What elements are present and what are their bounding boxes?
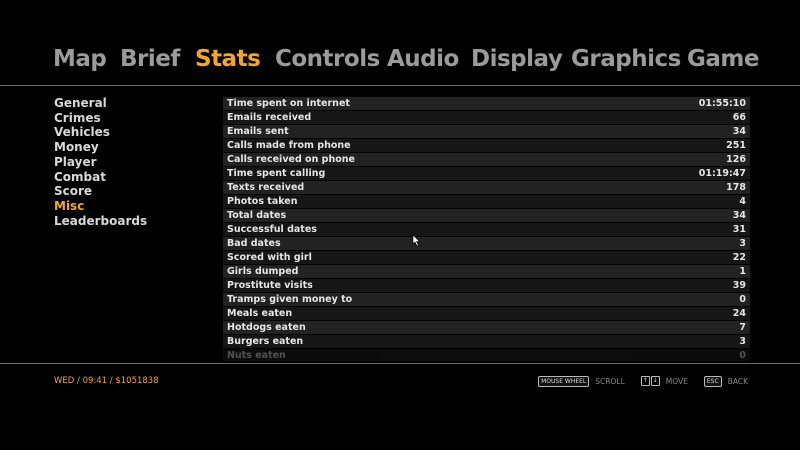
tab-controls[interactable]: Controls [275, 46, 380, 72]
stat-label: Successful dates [227, 224, 317, 235]
tab-display[interactable]: Display [471, 46, 563, 72]
stat-label: Emails received [227, 112, 312, 123]
stat-value: 3 [739, 238, 746, 249]
sidebar-item-player[interactable]: Player [54, 155, 214, 170]
stat-row: Prostitute visits 39 [223, 279, 750, 292]
stat-row: Scored with girl 22 [223, 251, 750, 264]
stat-label: Tramps given money to [227, 294, 353, 305]
move-hint-label: MOVE [665, 376, 688, 386]
stat-label: Girls dumped [227, 266, 299, 277]
tab-brief[interactable]: Brief [120, 46, 180, 72]
stat-row: Photos taken 4 [223, 195, 750, 208]
stat-row: Hotdogs eaten 7 [223, 321, 750, 334]
stat-row: Tramps given money to 0 [223, 293, 750, 306]
stat-value: 66 [732, 112, 746, 123]
sidebar-item-crimes[interactable]: Crimes [54, 111, 214, 126]
tab-audio[interactable]: Audio [387, 46, 459, 72]
stat-row: Total dates 34 [223, 209, 750, 222]
back-hint-label[interactable]: BACK [728, 377, 748, 386]
bottom-divider [0, 363, 800, 364]
tab-stats[interactable]: Stats [195, 46, 261, 72]
stat-value: 0 [739, 350, 746, 361]
top-nav-tabs: Map Brief Stats Controls Audio Display G… [0, 46, 800, 84]
stat-value: 7 [739, 322, 746, 333]
top-divider [0, 85, 800, 86]
stat-label: Emails sent [227, 126, 289, 137]
stat-label: Burgers eaten [227, 336, 304, 347]
sidebar-item-combat[interactable]: Combat [54, 170, 214, 185]
sidebar-item-leaderboards[interactable]: Leaderboards [54, 214, 214, 229]
stat-row: Bad dates 3 [223, 237, 750, 250]
stat-label: Total dates [227, 210, 287, 221]
stat-row: Nuts eaten 0 [223, 349, 750, 361]
stat-row: Successful dates 31 [223, 223, 750, 236]
stat-row: Time spent on internet 01:55:10 [223, 97, 750, 110]
stat-label: Bad dates [227, 238, 281, 249]
stat-row: Time spent calling 01:19:47 [223, 167, 750, 180]
day-time-money-status: WED / 09:41 / $1051838 [54, 376, 159, 386]
stats-category-sidebar: General Crimes Vehicles Money Player Com… [54, 96, 214, 228]
stat-row: Girls dumped 1 [223, 265, 750, 278]
stat-label: Scored with girl [227, 252, 312, 263]
stat-label: Meals eaten [227, 308, 293, 319]
stat-value: 0 [739, 294, 746, 305]
esc-key-icon[interactable]: ESC [703, 375, 722, 387]
stat-value: 3 [739, 336, 746, 347]
stat-value: 251 [726, 140, 746, 151]
stat-value: 39 [732, 280, 746, 291]
mouse-cursor-icon [412, 234, 421, 247]
stat-label: Time spent calling [227, 168, 326, 179]
sidebar-item-misc[interactable]: Misc [54, 199, 214, 214]
scroll-hint-label: SCROLL [595, 376, 625, 386]
sidebar-item-general[interactable]: General [54, 96, 214, 111]
stat-label: Calls received on phone [227, 154, 355, 165]
stat-row: Meals eaten 24 [223, 307, 750, 320]
stat-row: Calls made from phone 251 [223, 139, 750, 152]
stat-value: 178 [726, 182, 746, 193]
tab-graphics[interactable]: Graphics [571, 46, 681, 72]
stat-label: Nuts eaten [227, 350, 286, 361]
arrow-down-key-icon: ↓ [650, 376, 660, 386]
stat-label: Calls made from phone [227, 140, 351, 151]
mouse-wheel-key-icon: MOUSE WHEEL [538, 375, 590, 387]
sidebar-item-score[interactable]: Score [54, 184, 214, 199]
sidebar-item-money[interactable]: Money [54, 140, 214, 155]
sidebar-item-vehicles[interactable]: Vehicles [54, 125, 214, 140]
stat-value: 1 [739, 266, 746, 277]
tab-map[interactable]: Map [53, 46, 107, 72]
stat-row: Burgers eaten 3 [223, 335, 750, 348]
stat-label: Time spent on internet [227, 98, 350, 109]
stat-label: Photos taken [227, 196, 298, 207]
stat-label: Prostitute visits [227, 280, 313, 291]
stat-row: Texts received 178 [223, 181, 750, 194]
stat-value: 34 [732, 126, 746, 137]
stat-value: 31 [732, 224, 746, 235]
stat-value: 34 [732, 210, 746, 221]
stat-value: 126 [726, 154, 746, 165]
stat-value: 01:55:10 [698, 98, 746, 109]
stat-value: 4 [739, 196, 746, 207]
stats-list[interactable]: Time spent on internet 01:55:10 Emails re… [223, 97, 750, 361]
stat-label: Hotdogs eaten [227, 322, 306, 333]
stat-value: 22 [732, 252, 746, 263]
stat-row: Emails received 66 [223, 111, 750, 124]
control-hints: MOUSE WHEEL SCROLL ↑ ↓ MOVE ESC BACK [538, 375, 748, 387]
stat-value: 24 [732, 308, 746, 319]
stat-label: Texts received [227, 182, 305, 193]
stat-row: Calls received on phone 126 [223, 153, 750, 166]
tab-game[interactable]: Game [687, 46, 759, 72]
stat-value: 01:19:47 [698, 168, 746, 179]
stat-row: Emails sent 34 [223, 125, 750, 138]
arrow-up-key-icon: ↑ [640, 376, 650, 386]
